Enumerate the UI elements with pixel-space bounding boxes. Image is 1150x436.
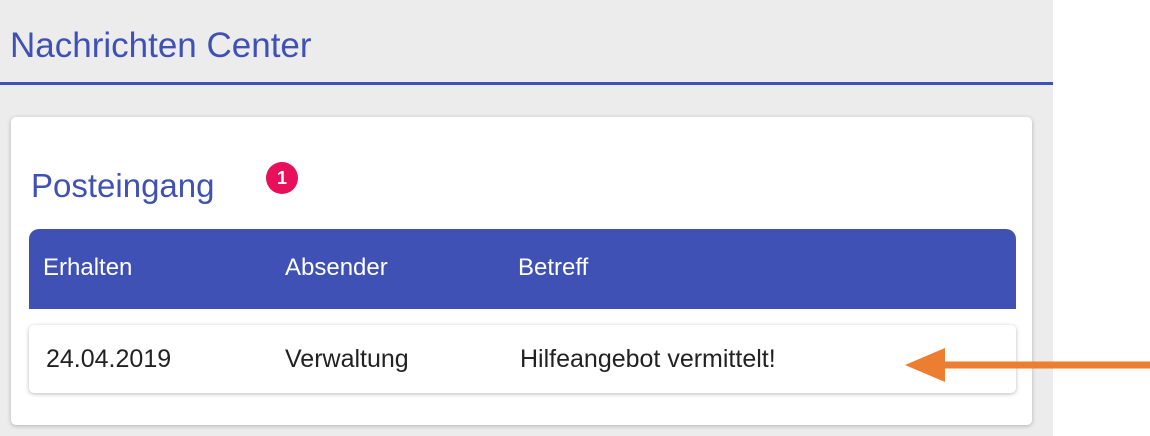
- inbox-card: Posteingang 1 Erhalten Absender Betreff …: [11, 117, 1032, 425]
- message-sender: Verwaltung: [285, 345, 409, 373]
- column-header-sender[interactable]: Absender: [285, 254, 388, 282]
- inbox-table-header: Erhalten Absender Betreff: [29, 229, 1016, 309]
- arrow-left-icon: [905, 348, 1150, 382]
- page-header: Nachrichten Center: [0, 0, 1053, 85]
- message-center: Nachrichten Center Posteingang 1 Erhalte…: [0, 0, 1053, 436]
- message-received-date: 24.04.2019: [46, 345, 172, 373]
- unread-count-badge: 1: [266, 162, 298, 194]
- message-subject[interactable]: Hilfeangebot vermittelt!: [520, 345, 776, 374]
- page-title: Nachrichten Center: [10, 26, 312, 65]
- column-header-received[interactable]: Erhalten: [43, 254, 132, 282]
- message-row[interactable]: 24.04.2019 Verwaltung Hilfeangebot vermi…: [29, 325, 1016, 393]
- inbox-title: Posteingang: [31, 167, 215, 204]
- column-header-subject[interactable]: Betreff: [518, 254, 588, 282]
